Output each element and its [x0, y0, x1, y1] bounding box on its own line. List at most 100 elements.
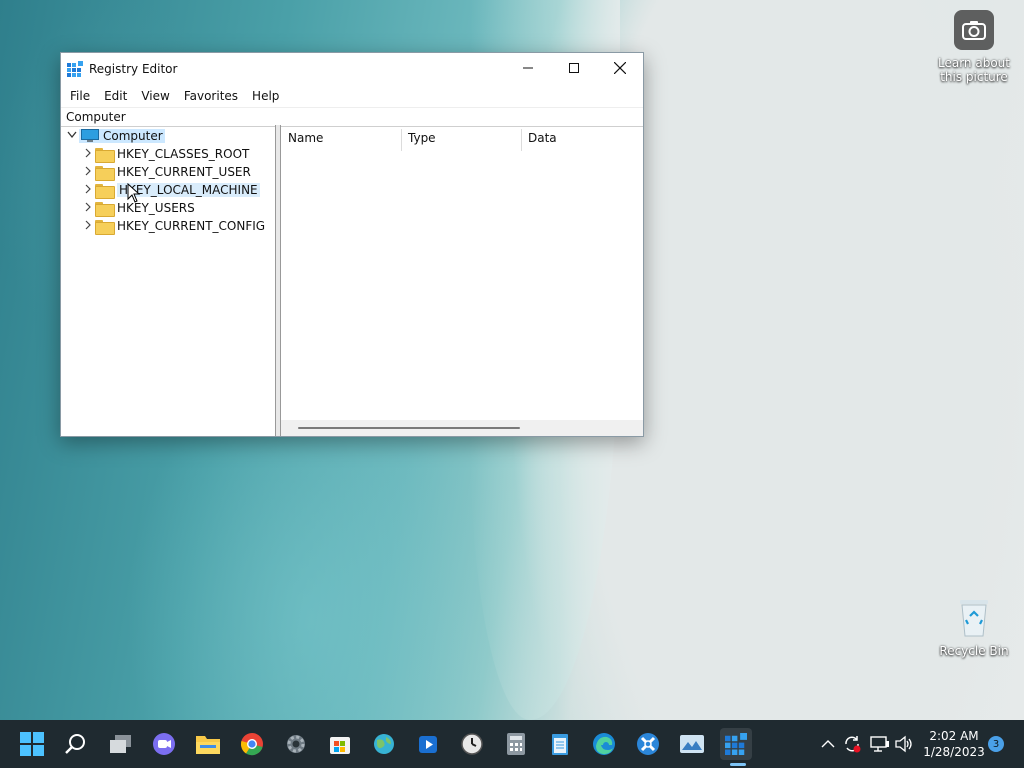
- globe-icon: [374, 734, 394, 754]
- computer-icon: [81, 129, 99, 143]
- clock-icon: [461, 733, 483, 755]
- task-view-button[interactable]: [105, 728, 137, 760]
- folder-icon: [95, 147, 115, 163]
- store-button[interactable]: [324, 728, 356, 760]
- tree-label: HKEY_CURRENT_CONFIG: [117, 219, 266, 233]
- speaker-icon: [895, 735, 912, 753]
- calculator-icon: [507, 733, 525, 755]
- photos-button[interactable]: [676, 728, 708, 760]
- tree-item-hkcu[interactable]: HKEY_CURRENT_USER: [81, 163, 251, 181]
- scrollbar-thumb[interactable]: [298, 427, 520, 429]
- notepad-button[interactable]: [544, 728, 576, 760]
- registry-editor-taskbar-button[interactable]: [720, 728, 752, 760]
- column-header-data[interactable]: Data: [521, 125, 641, 151]
- maximize-icon: [569, 63, 579, 73]
- close-button[interactable]: [597, 53, 643, 83]
- photo-icon: [680, 735, 704, 753]
- chevron-right-icon[interactable]: [81, 202, 95, 215]
- recycle-label: Recycle Bin: [939, 644, 1009, 658]
- close-icon: [614, 62, 626, 74]
- tree-label: HKEY_CURRENT_USER: [117, 165, 251, 179]
- menu-edit[interactable]: Edit: [97, 85, 134, 107]
- tree-item-hkcc[interactable]: HKEY_CURRENT_CONFIG: [81, 217, 265, 235]
- notepad-icon: [552, 734, 568, 755]
- tree-item-computer[interactable]: Computer: [65, 127, 165, 145]
- chevron-right-icon[interactable]: [81, 220, 95, 233]
- address-text: Computer: [66, 110, 126, 124]
- folder-icon: [95, 219, 115, 235]
- address-bar[interactable]: Computer: [61, 107, 643, 127]
- active-app-indicator: [730, 763, 746, 766]
- title-bar[interactable]: Registry Editor: [61, 53, 643, 85]
- registry-app-icon: [67, 61, 83, 77]
- learn-label-line1: Learn about: [938, 56, 1010, 70]
- menu-favorites[interactable]: Favorites: [177, 85, 245, 107]
- minimize-button[interactable]: [505, 53, 551, 83]
- camera-icon: [954, 10, 994, 50]
- menu-help[interactable]: Help: [245, 85, 286, 107]
- horizontal-scrollbar[interactable]: [281, 420, 643, 436]
- settings-button[interactable]: [280, 728, 312, 760]
- trash-icon: [956, 598, 992, 638]
- calculator-button[interactable]: [500, 728, 532, 760]
- volume-button[interactable]: [888, 728, 920, 760]
- tools-icon: [637, 733, 659, 755]
- tree-item-hklm[interactable]: HKEY_LOCAL_MACHINE: [81, 181, 260, 199]
- file-explorer-button[interactable]: [192, 728, 224, 760]
- store-icon: [330, 737, 350, 754]
- media-player-button[interactable]: [412, 728, 444, 760]
- menu-bar: File Edit View Favorites Help: [61, 85, 643, 107]
- tree-item-hkcr[interactable]: HKEY_CLASSES_ROOT: [81, 145, 249, 163]
- play-icon: [419, 736, 437, 753]
- task-view-icon: [110, 735, 131, 753]
- menu-file[interactable]: File: [63, 85, 97, 107]
- clock-date: 1/28/2023: [923, 745, 985, 759]
- edge-icon: [593, 733, 615, 755]
- registry-editor-window[interactable]: Registry Editor File Edit View Favorites…: [60, 52, 644, 437]
- maximize-button[interactable]: [551, 53, 597, 83]
- learn-label-line2: this picture: [940, 70, 1008, 84]
- maps-button[interactable]: [368, 728, 400, 760]
- learn-about-picture-icon[interactable]: Learn about this picture: [934, 10, 1014, 84]
- computer-node[interactable]: Computer: [79, 129, 165, 143]
- folder-icon: [95, 165, 115, 181]
- tree-label: HKEY_CLASSES_ROOT: [117, 147, 250, 161]
- chrome-icon: [240, 733, 263, 756]
- sync-icon: [845, 736, 861, 753]
- folder-icon: [95, 183, 115, 199]
- gear-icon: [287, 735, 305, 753]
- edge-button[interactable]: [588, 728, 620, 760]
- clock-time: 2:02 AM: [929, 729, 979, 743]
- network-icon: [870, 736, 889, 752]
- chevron-right-icon[interactable]: [81, 148, 95, 161]
- mouse-cursor-icon: [127, 182, 141, 206]
- folder-icon: [196, 736, 220, 754]
- start-button[interactable]: [16, 728, 48, 760]
- chevron-up-icon: [821, 740, 835, 748]
- search-icon: [65, 734, 85, 754]
- registry-app-icon: [725, 733, 747, 755]
- search-button[interactable]: [60, 728, 92, 760]
- notification-badge[interactable]: 3: [988, 736, 1004, 752]
- chat-icon: [153, 733, 175, 755]
- windows-logo-icon: [20, 732, 44, 756]
- chevron-down-icon[interactable]: [65, 131, 79, 142]
- minimize-icon: [523, 67, 533, 69]
- chrome-button[interactable]: [236, 728, 268, 760]
- folder-icon: [95, 201, 115, 217]
- window-title: Registry Editor: [89, 62, 178, 76]
- recycle-bin-icon[interactable]: Recycle Bin: [934, 598, 1014, 658]
- chevron-right-icon[interactable]: [81, 166, 95, 179]
- tools-app-button[interactable]: [632, 728, 664, 760]
- menu-view[interactable]: View: [134, 85, 176, 107]
- taskbar: 2:02 AM 1/28/2023: [0, 720, 1024, 768]
- chat-button[interactable]: [148, 728, 180, 760]
- taskbar-clock[interactable]: 2:02 AM 1/28/2023: [920, 728, 988, 760]
- registry-tree[interactable]: Computer HKEY_CLASSES_ROOT HKEY_CURRENT_…: [61, 125, 276, 436]
- chevron-right-icon[interactable]: [81, 184, 95, 197]
- values-list[interactable]: Name Type Data: [281, 125, 643, 436]
- column-header-name[interactable]: Name: [281, 125, 401, 151]
- tree-label-computer: Computer: [103, 129, 163, 143]
- clock-app-button[interactable]: [456, 728, 488, 760]
- column-header-type[interactable]: Type: [401, 125, 521, 151]
